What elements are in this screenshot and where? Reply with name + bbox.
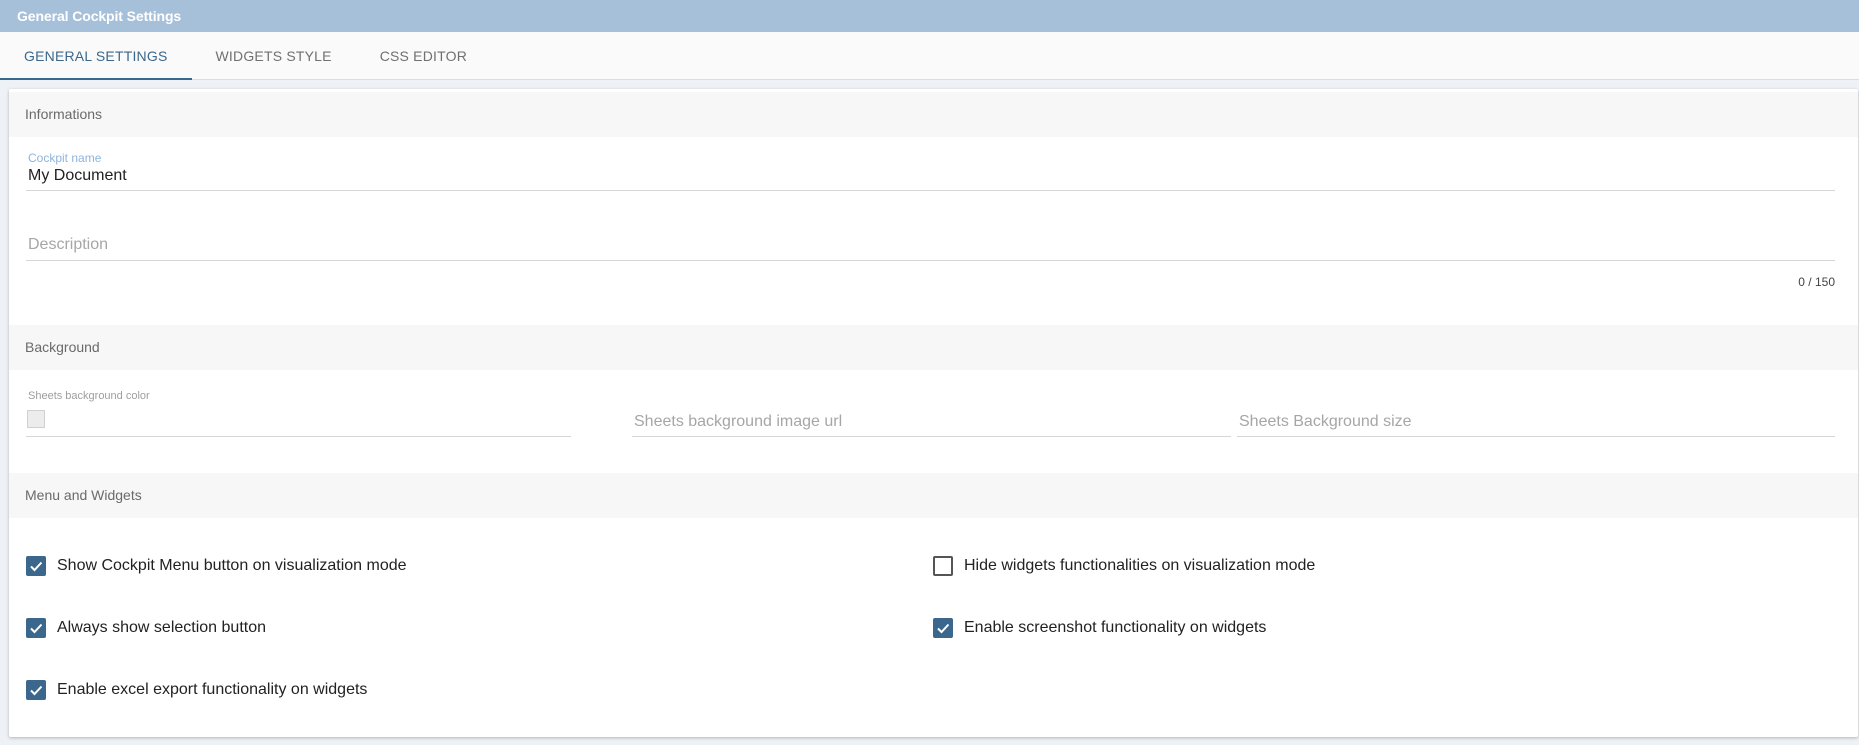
cockpit-name-field[interactable]: Cockpit name My Document <box>26 151 1835 191</box>
description-underline <box>26 260 1835 261</box>
option-label: Enable screenshot functionality on widge… <box>964 619 1267 636</box>
tab-bar: GENERAL SETTINGS WIDGETS STYLE CSS EDITO… <box>0 32 1859 80</box>
option-label: Enable excel export functionality on wid… <box>57 681 368 698</box>
checkbox-checked-icon[interactable] <box>26 556 46 576</box>
description-char-counter: 0 / 150 <box>1798 275 1835 289</box>
section-header-informations: Informations <box>9 92 1858 137</box>
settings-panel: Informations Cockpit name My Document De… <box>9 89 1858 737</box>
sheets-background-image-url-underline <box>632 436 1231 437</box>
checkbox-checked-icon[interactable] <box>26 680 46 700</box>
sheets-background-image-url-field[interactable]: Sheets background image url <box>632 411 1231 437</box>
checkbox-unchecked-icon[interactable] <box>933 556 953 576</box>
tab-css-editor[interactable]: CSS EDITOR <box>356 32 491 80</box>
window-title: General Cockpit Settings <box>0 0 1859 32</box>
cockpit-name-label: Cockpit name <box>28 151 102 165</box>
option-enable-screenshot[interactable]: Enable screenshot functionality on widge… <box>933 616 1266 640</box>
checkbox-checked-icon[interactable] <box>26 618 46 638</box>
tab-general-settings[interactable]: GENERAL SETTINGS <box>0 32 192 80</box>
cockpit-name-value[interactable]: My Document <box>28 167 127 185</box>
option-label: Hide widgets functionalities on visualiz… <box>964 557 1316 574</box>
sheets-background-color-field[interactable]: Sheets background color <box>26 390 571 437</box>
description-field[interactable]: Description <box>26 234 1835 261</box>
sheets-background-image-url-placeholder[interactable]: Sheets background image url <box>634 413 842 431</box>
sheets-background-size-field[interactable]: Sheets Background size <box>1237 411 1835 437</box>
option-enable-excel-export[interactable]: Enable excel export functionality on wid… <box>26 678 367 702</box>
tab-widgets-style[interactable]: WIDGETS STYLE <box>192 32 356 80</box>
checkbox-checked-icon[interactable] <box>933 618 953 638</box>
sheets-background-color-underline <box>26 436 571 437</box>
option-show-cockpit-menu[interactable]: Show Cockpit Menu button on visualizatio… <box>26 554 407 578</box>
section-header-menu-widgets: Menu and Widgets <box>9 473 1858 518</box>
sheets-background-size-underline <box>1237 436 1835 437</box>
sheets-background-color-label: Sheets background color <box>28 390 150 402</box>
cockpit-name-underline <box>26 190 1835 191</box>
option-hide-widgets-functionalities[interactable]: Hide widgets functionalities on visualiz… <box>933 554 1315 578</box>
description-placeholder[interactable]: Description <box>28 236 108 254</box>
color-swatch[interactable] <box>27 410 45 428</box>
sheets-background-size-placeholder[interactable]: Sheets Background size <box>1239 413 1412 431</box>
section-header-background: Background <box>9 325 1858 370</box>
option-label: Show Cockpit Menu button on visualizatio… <box>57 557 407 574</box>
option-label: Always show selection button <box>57 619 266 636</box>
option-always-show-selection[interactable]: Always show selection button <box>26 616 266 640</box>
